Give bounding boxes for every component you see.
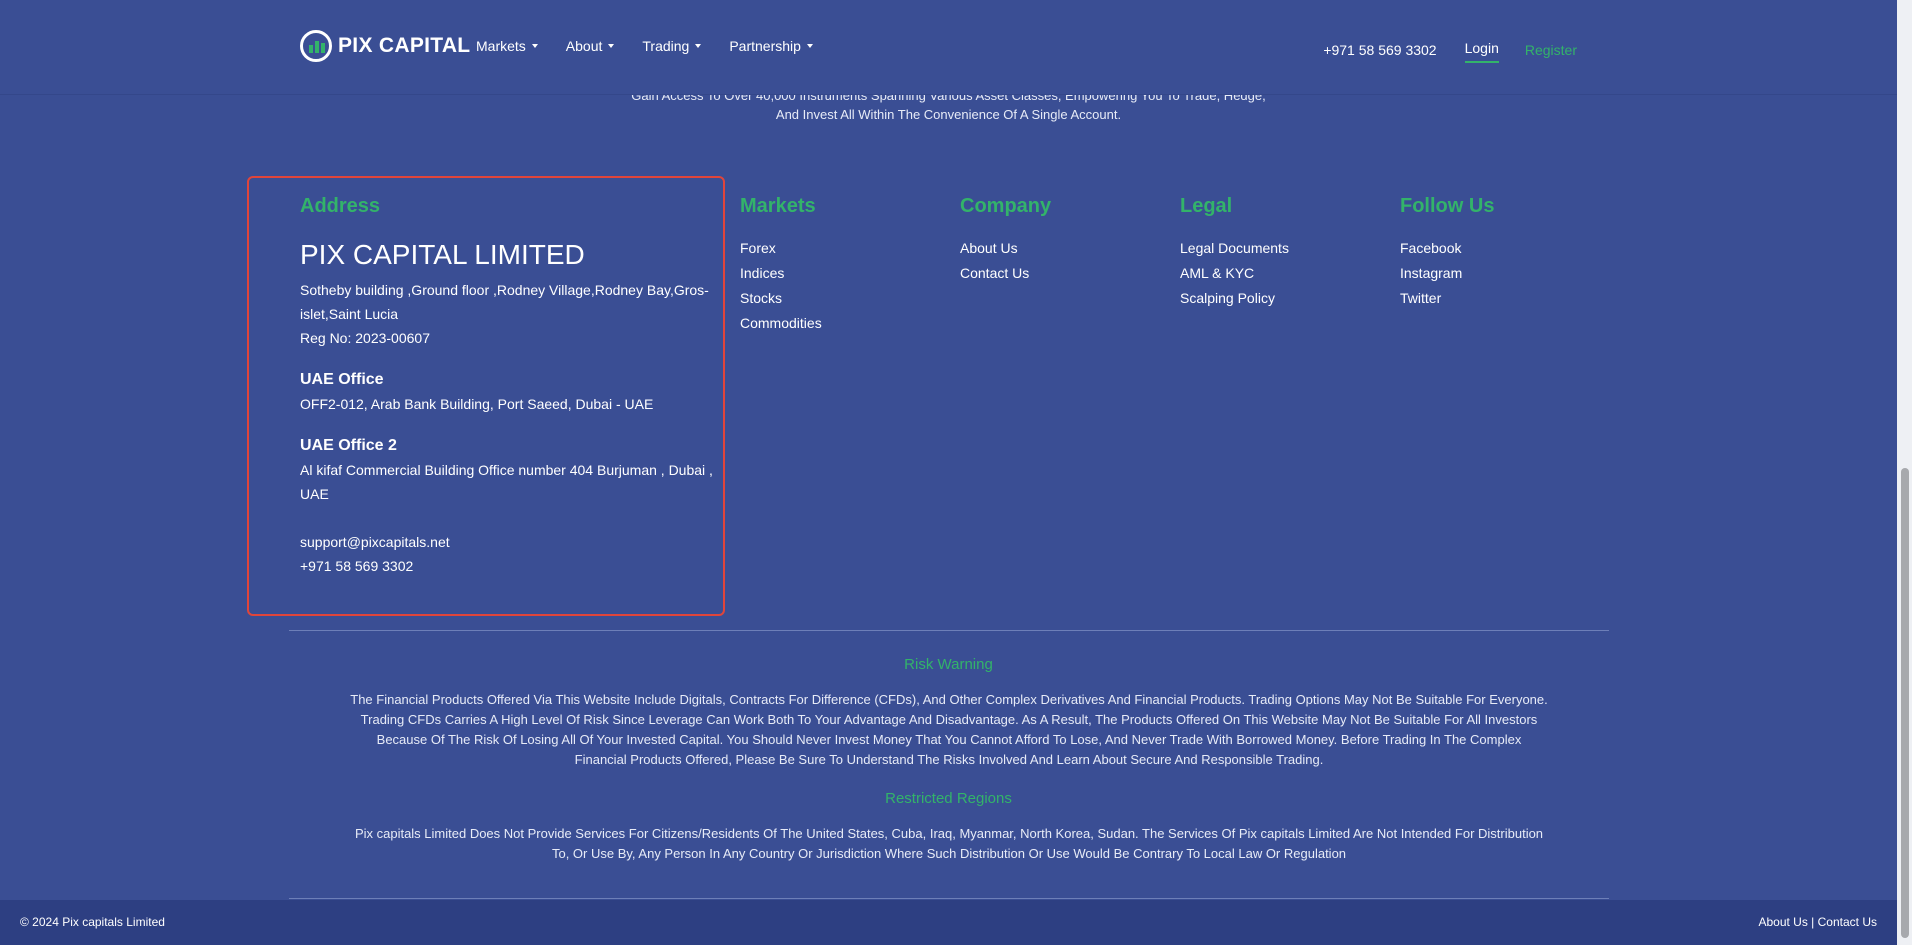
bottom-link-separator: | bbox=[1811, 915, 1815, 929]
nav-right: +971 58 569 3302 Login Register bbox=[1323, 38, 1577, 63]
footer-link-commodities[interactable]: Commodities bbox=[740, 311, 940, 336]
nav-trading[interactable]: Trading bbox=[642, 38, 702, 54]
company-column: Company About Us Contact Us bbox=[960, 194, 1160, 286]
uae-office-2-address: Al kifaf Commercial Building Office numb… bbox=[300, 462, 713, 502]
intro-line-2: And Invest All Within The Convenience Of… bbox=[775, 107, 1122, 122]
logo[interactable]: PIX CAPITAL bbox=[300, 30, 470, 62]
divider bbox=[289, 630, 1609, 631]
footer-link-contact-us[interactable]: Contact Us bbox=[960, 261, 1160, 286]
address-heading: Address bbox=[300, 195, 381, 217]
footer-link-indices[interactable]: Indices bbox=[740, 261, 940, 286]
top-navbar: PIX CAPITAL Markets About Trading Partne… bbox=[0, 0, 1897, 95]
nav-partnership-label: Partnership bbox=[729, 38, 801, 54]
markets-heading: Markets bbox=[740, 195, 816, 217]
page-scrollbar[interactable] bbox=[1897, 0, 1912, 945]
uae-office-title: UAE Office bbox=[300, 371, 384, 388]
footer-link-aml-kyc[interactable]: AML & KYC bbox=[1180, 261, 1380, 286]
main-menu: Markets About Trading Partnership bbox=[476, 38, 841, 54]
support-phone-link[interactable]: +971 58 569 3302 bbox=[300, 554, 720, 578]
nav-phone-link[interactable]: +971 58 569 3302 bbox=[1323, 42, 1436, 58]
nav-about[interactable]: About bbox=[566, 38, 615, 54]
main-address: Sotheby building ,Ground floor ,Rodney V… bbox=[300, 282, 709, 322]
support-email-link[interactable]: support@pixcapitals.net bbox=[300, 530, 720, 554]
markets-column: Markets Forex Indices Stocks Commodities bbox=[740, 194, 940, 336]
bottom-link-about-us[interactable]: About Us bbox=[1758, 915, 1807, 929]
chevron-down-icon bbox=[695, 44, 702, 48]
reg-number: Reg No: 2023-00607 bbox=[300, 330, 430, 346]
footer-link-facebook[interactable]: Facebook bbox=[1400, 236, 1600, 261]
bottom-links: About Us | Contact Us bbox=[1758, 915, 1877, 929]
footer-link-instagram[interactable]: Instagram bbox=[1400, 261, 1600, 286]
company-heading: Company bbox=[960, 195, 1052, 217]
legal-heading: Legal bbox=[1180, 195, 1233, 217]
divider bbox=[289, 898, 1609, 899]
chevron-down-icon bbox=[608, 44, 615, 48]
company-name: PIX CAPITAL LIMITED bbox=[300, 239, 585, 270]
bottom-bar: © 2024 Pix capitals Limited About Us | C… bbox=[0, 900, 1897, 945]
follow-us-heading: Follow Us bbox=[1400, 195, 1495, 217]
nav-about-label: About bbox=[565, 38, 603, 54]
restricted-regions-text: Pix capitals Limited Does Not Provide Se… bbox=[354, 826, 1544, 861]
contact-block: support@pixcapitals.net +971 58 569 3302 bbox=[300, 530, 720, 578]
legal-column: Legal Legal Documents AML & KYC Scalping… bbox=[1180, 194, 1380, 311]
nav-markets-label: Markets bbox=[476, 38, 526, 54]
footer-link-legal-documents[interactable]: Legal Documents bbox=[1180, 236, 1380, 261]
scrollbar-thumb[interactable] bbox=[1901, 468, 1909, 938]
nav-partnership[interactable]: Partnership bbox=[729, 38, 813, 54]
uae-office-2-title: UAE Office 2 bbox=[300, 437, 397, 454]
footer-link-stocks[interactable]: Stocks bbox=[740, 286, 940, 311]
logo-text: PIX CAPITAL bbox=[338, 34, 471, 57]
address-column: Address PIX CAPITAL LIMITED Sotheby buil… bbox=[300, 194, 720, 578]
nav-trading-label: Trading bbox=[642, 38, 690, 54]
uae-office-address: OFF2-012, Arab Bank Building, Port Saeed… bbox=[300, 396, 654, 412]
copyright-text: © 2024 Pix capitals Limited bbox=[20, 915, 165, 929]
restricted-regions-title: Restricted Regions bbox=[885, 790, 1012, 807]
follow-us-column: Follow Us Facebook Instagram Twitter bbox=[1400, 194, 1600, 311]
register-link[interactable]: Register bbox=[1525, 42, 1577, 58]
bottom-link-contact-us[interactable]: Contact Us bbox=[1818, 915, 1877, 929]
footer-link-scalping-policy[interactable]: Scalping Policy bbox=[1180, 286, 1380, 311]
footer-link-forex[interactable]: Forex bbox=[740, 236, 940, 261]
footer-link-about-us[interactable]: About Us bbox=[960, 236, 1160, 261]
logo-icon bbox=[300, 30, 332, 62]
chevron-down-icon bbox=[531, 44, 538, 48]
nav-markets[interactable]: Markets bbox=[476, 38, 538, 54]
risk-warning-title: Risk Warning bbox=[904, 656, 993, 673]
chevron-down-icon bbox=[806, 44, 813, 48]
footer-link-twitter[interactable]: Twitter bbox=[1400, 286, 1600, 311]
login-link[interactable]: Login bbox=[1464, 40, 1499, 63]
risk-warning-text: The Financial Products Offered Via This … bbox=[350, 692, 1548, 767]
